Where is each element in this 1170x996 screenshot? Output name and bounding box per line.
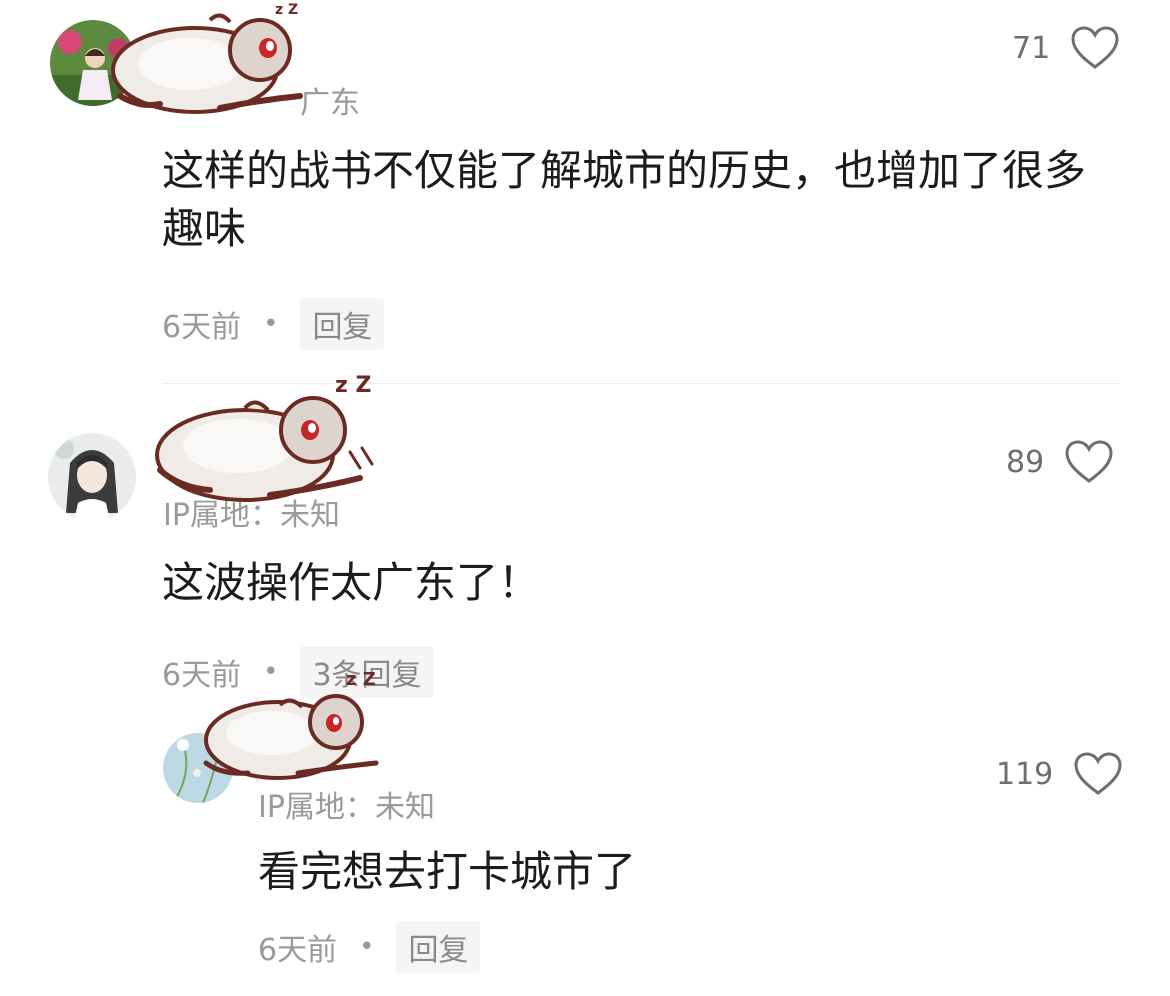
- heart-icon[interactable]: [1073, 752, 1123, 796]
- view-replies-button[interactable]: 3条回复: [300, 646, 434, 698]
- ip-location: IP属地：未知: [258, 790, 435, 825]
- sticker-zz-text: z Z: [335, 373, 371, 398]
- timestamp: 6天前: [162, 310, 242, 345]
- heart-icon[interactable]: [1064, 440, 1114, 484]
- like-count: 119: [996, 756, 1054, 792]
- girl-photo-avatar-icon: [50, 20, 136, 106]
- user-avatar[interactable]: [163, 733, 233, 803]
- ip-location: 广东: [300, 86, 360, 121]
- timestamp: 6天前: [258, 933, 338, 968]
- anime-girl-avatar-icon: [48, 433, 136, 521]
- user-avatar[interactable]: [48, 433, 136, 521]
- like-group[interactable]: 119: [996, 752, 1123, 796]
- timestamp: 6天前: [162, 658, 242, 693]
- ip-location: IP属地：未知: [163, 498, 340, 533]
- comment-list: 广东 71 这样的战书不仅能了解城市的历史，也增加了很多趣味 6天前 • 回复 …: [0, 0, 1170, 996]
- separator-dot: •: [263, 309, 279, 339]
- reply-button[interactable]: 回复: [396, 921, 481, 973]
- user-avatar[interactable]: [50, 20, 136, 106]
- flower-avatar-icon: [163, 733, 233, 803]
- sticker-zz-text: z Z: [275, 2, 298, 18]
- comment-footer: 6天前 • 3条回复: [162, 645, 434, 699]
- divider: [162, 383, 1120, 384]
- comment-footer: 6天前 • 回复: [258, 920, 481, 974]
- comment-footer: 6天前 • 回复: [162, 297, 385, 351]
- heart-icon[interactable]: [1070, 26, 1120, 70]
- comment-text: 这波操作太广东了！: [162, 558, 541, 607]
- reply-button[interactable]: 回复: [300, 298, 385, 350]
- separator-dot: •: [263, 657, 279, 687]
- like-group[interactable]: 71: [1012, 26, 1120, 70]
- comment-text: 看完想去打卡城市了: [258, 847, 637, 896]
- like-count: 89: [1006, 444, 1045, 480]
- comment-text: 这样的战书不仅能了解城市的历史，也增加了很多趣味: [162, 146, 1087, 253]
- separator-dot: •: [359, 932, 375, 962]
- like-group[interactable]: 89: [1006, 440, 1114, 484]
- like-count: 71: [1012, 30, 1051, 66]
